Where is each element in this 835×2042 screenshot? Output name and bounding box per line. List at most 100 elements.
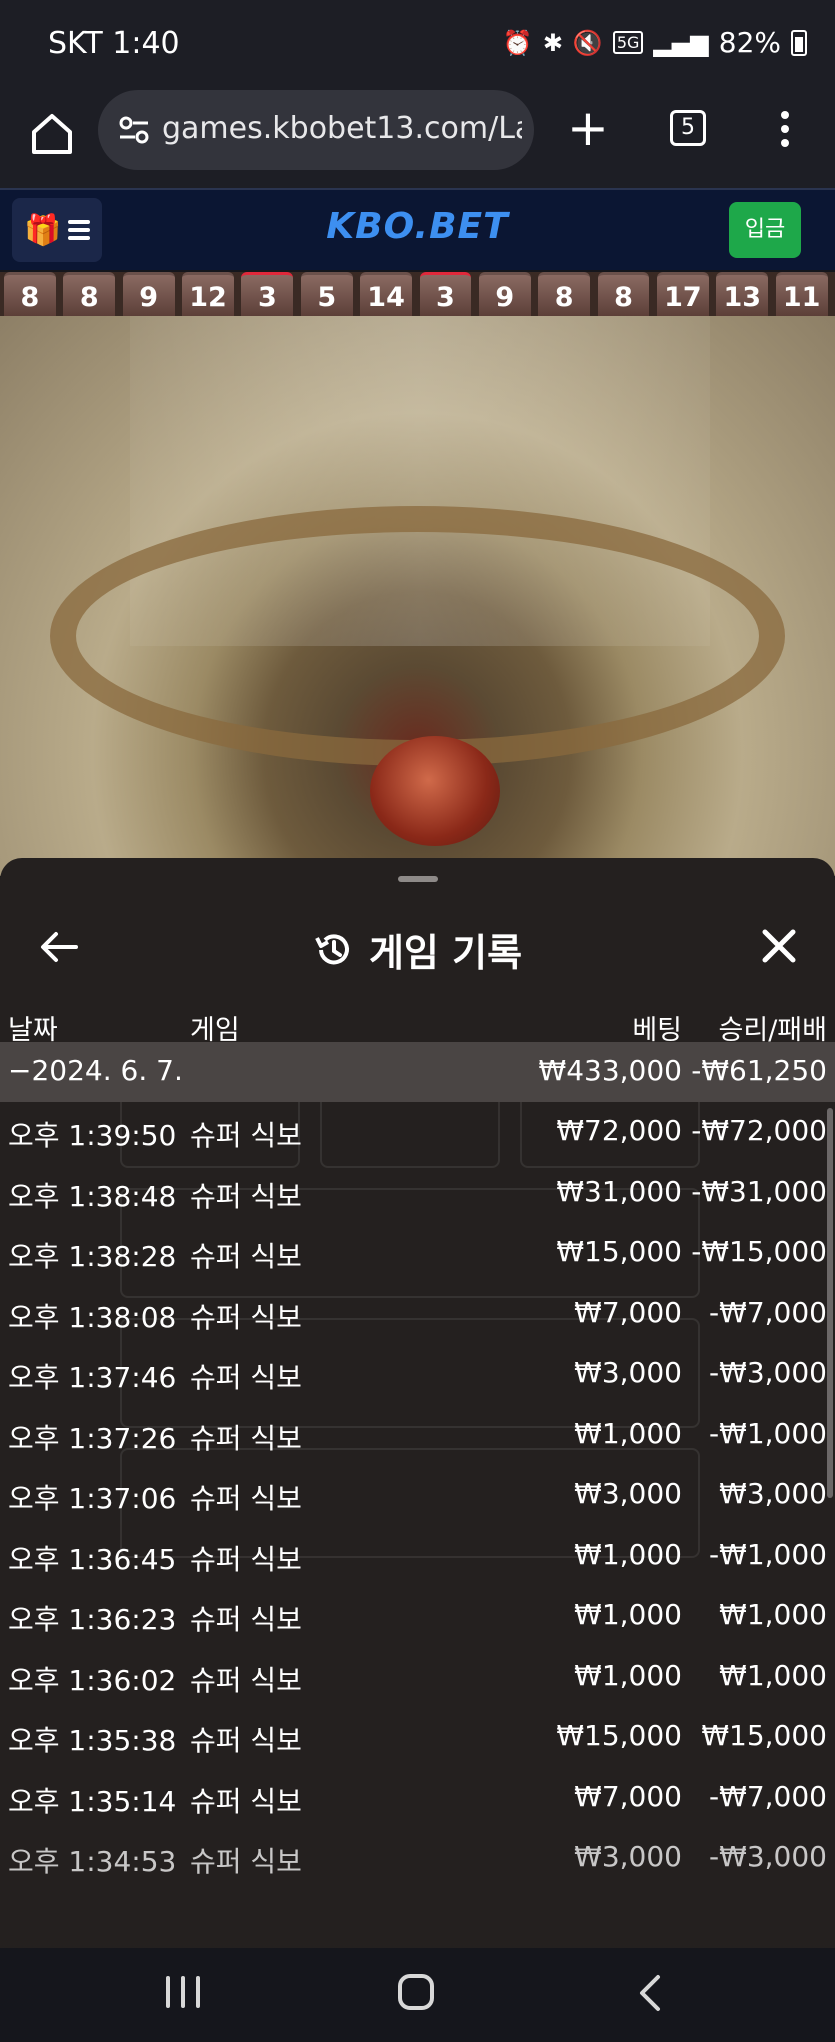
row-result: -₩3,000 (709, 1840, 827, 1873)
row-result: -₩15,000 (691, 1235, 827, 1268)
result-chip: 3 (419, 272, 472, 316)
history-row[interactable]: 오후 1:35:14 슈퍼 식보 ₩7,000 -₩7,000 (0, 1768, 835, 1828)
row-game: 슈퍼 식보 (190, 1482, 302, 1515)
carrier-time: SKT 1:40 (48, 26, 180, 61)
history-row[interactable]: 오후 1:38:48 슈퍼 식보 ₩31,000 -₩31,000 (0, 1163, 835, 1223)
site-logo[interactable]: KBO.BET (0, 206, 835, 247)
row-game: 슈퍼 식보 (190, 1119, 302, 1152)
result-chip: 13 (716, 272, 769, 316)
back-nav-icon[interactable] (634, 1974, 666, 2012)
result-chip: 9 (478, 272, 531, 316)
row-bet: ₩1,000 (574, 1658, 682, 1692)
history-row[interactable]: 오후 1:37:26 슈퍼 식보 ₩1,000 -₩1,000 (0, 1405, 835, 1465)
system-nav-bar (0, 1948, 835, 2042)
site-header: 🎁 KBO.BET 입금 (0, 188, 835, 270)
results-history-strip: 8 8 9 12 3 5 14 3 9 8 8 17 13 11 (0, 272, 835, 316)
history-row[interactable]: 오후 1:37:06 슈퍼 식보 ₩3,000 ₩3,000 (0, 1465, 835, 1525)
history-row[interactable]: 오후 1:39:50 슈퍼 식보 ₩72,000 -₩72,000 (0, 1102, 835, 1162)
alarm-icon: ⏰ (502, 28, 533, 57)
live-video (0, 316, 835, 876)
sheet-title-text: 게임 기록 (368, 931, 523, 975)
row-game: 슈퍼 식보 (190, 1240, 302, 1273)
row-date: 오후 1:37:46 (8, 1361, 177, 1394)
row-result: -₩72,000 (691, 1114, 827, 1147)
row-bet: ₩15,000 (556, 1235, 682, 1268)
row-result: ₩3,000 (719, 1477, 827, 1510)
battery-icon (791, 29, 807, 56)
row-bet: ₩72,000 (556, 1114, 682, 1147)
row-result: ₩1,000 (719, 1658, 827, 1692)
row-bet: ₩1,000 (574, 1598, 682, 1631)
result-chip: 11 (775, 272, 828, 316)
signal-icon: ▂▄▆ (653, 28, 709, 57)
status-bar: SKT 1:40 ⏰ ✱ 🔇 5G ▂▄▆ 82% (0, 0, 835, 88)
row-result: -₩1,000 (709, 1537, 827, 1571)
game-history-sheet: 게임 기록 날짜 게임 베팅 승리/패배 −2024. 6. 7. ₩433,0… (0, 858, 835, 1948)
dice-in-shaker (370, 736, 500, 846)
row-date: 오후 1:39:50 (8, 1119, 177, 1152)
row-game: 슈퍼 식보 (190, 1724, 302, 1757)
status-icons: ⏰ ✱ 🔇 5G ▂▄▆ 82% (503, 26, 807, 59)
row-date: 오후 1:34:53 (8, 1845, 177, 1878)
row-result: ₩1,000 (719, 1598, 827, 1631)
row-bet: ₩1,000 (574, 1416, 682, 1450)
history-row[interactable]: 오후 1:36:23 슈퍼 식보 ₩1,000 ₩1,000 (0, 1586, 835, 1646)
battery-percent: 82% (718, 26, 781, 59)
row-result: -₩31,000 (691, 1174, 827, 1208)
url-text[interactable]: games.kbobet13.com/Lau (162, 111, 522, 146)
row-result: -₩3,000 (709, 1356, 827, 1389)
result-chip: 3 (241, 272, 294, 316)
result-chip: 8 (538, 272, 591, 316)
row-game: 슈퍼 식보 (190, 1784, 302, 1818)
result-chip: 9 (122, 272, 175, 316)
history-row[interactable]: 오후 1:36:02 슈퍼 식보 ₩1,000 ₩1,000 (0, 1647, 835, 1707)
5g-icon: 5G (612, 31, 644, 54)
address-bar[interactable]: games.kbobet13.com/Lau (98, 90, 534, 170)
home-icon[interactable] (26, 108, 78, 160)
row-date: 오후 1:36:23 (8, 1603, 177, 1636)
row-game: 슈퍼 식보 (190, 1603, 302, 1636)
result-chip: 14 (360, 272, 413, 316)
home-nav-icon[interactable] (398, 1974, 434, 2010)
row-date: 오후 1:37:26 (8, 1421, 177, 1455)
row-game: 슈퍼 식보 (190, 1421, 302, 1455)
row-date: 오후 1:38:08 (8, 1300, 177, 1334)
tab-switcher-button[interactable]: 5 (670, 110, 706, 146)
row-date: 오후 1:38:48 (8, 1179, 177, 1213)
result-chip: 8 (63, 272, 116, 316)
history-row[interactable]: 오후 1:38:08 슈퍼 식보 ₩7,000 -₩7,000 (0, 1284, 835, 1344)
row-game: 슈퍼 식보 (190, 1300, 302, 1334)
history-row[interactable]: 오후 1:36:45 슈퍼 식보 ₩1,000 -₩1,000 (0, 1526, 835, 1586)
row-date: 오후 1:38:28 (8, 1240, 177, 1273)
row-bet: ₩7,000 (574, 1295, 682, 1329)
more-menu-icon[interactable] (774, 106, 796, 154)
mute-icon: 🔇 (572, 28, 603, 57)
row-result: -₩7,000 (709, 1779, 827, 1813)
row-date: 오후 1:36:02 (8, 1663, 177, 1697)
bluetooth-icon: ✱ (542, 28, 563, 57)
summary-date: −2024. 6. 7. (8, 1054, 183, 1087)
date-summary-row[interactable]: −2024. 6. 7. ₩433,000 -₩61,250 (0, 1042, 835, 1102)
row-bet: ₩1,000 (574, 1537, 682, 1571)
row-bet: ₩7,000 (574, 1779, 682, 1813)
dice-shaker-rim (50, 506, 785, 766)
row-date: 오후 1:37:06 (8, 1482, 177, 1515)
deposit-button[interactable]: 입금 (729, 202, 801, 258)
browser-toolbar: games.kbobet13.com/Lau + 5 (0, 88, 835, 188)
row-date: 오후 1:35:14 (8, 1784, 177, 1818)
row-game: 슈퍼 식보 (190, 1542, 302, 1576)
scrollbar[interactable] (827, 1108, 833, 1498)
history-row[interactable]: 오후 1:37:46 슈퍼 식보 ₩3,000 -₩3,000 (0, 1344, 835, 1404)
row-result: ₩15,000 (701, 1719, 827, 1752)
result-chip: 8 (4, 272, 56, 316)
history-row[interactable]: 오후 1:35:38 슈퍼 식보 ₩15,000 ₩15,000 (0, 1707, 835, 1767)
site-settings-icon[interactable] (116, 112, 152, 148)
history-row[interactable]: 오후 1:38:28 슈퍼 식보 ₩15,000 -₩15,000 (0, 1223, 835, 1283)
recent-apps-icon[interactable] (166, 1976, 200, 2010)
close-icon[interactable] (755, 922, 803, 970)
new-tab-icon[interactable]: + (564, 103, 612, 154)
sheet-drag-handle[interactable] (398, 876, 438, 882)
history-row[interactable]: 오후 1:34:53 슈퍼 식보 ₩3,000 -₩3,000 (0, 1828, 835, 1888)
history-icon (315, 933, 349, 964)
result-chip: 8 (597, 272, 650, 316)
